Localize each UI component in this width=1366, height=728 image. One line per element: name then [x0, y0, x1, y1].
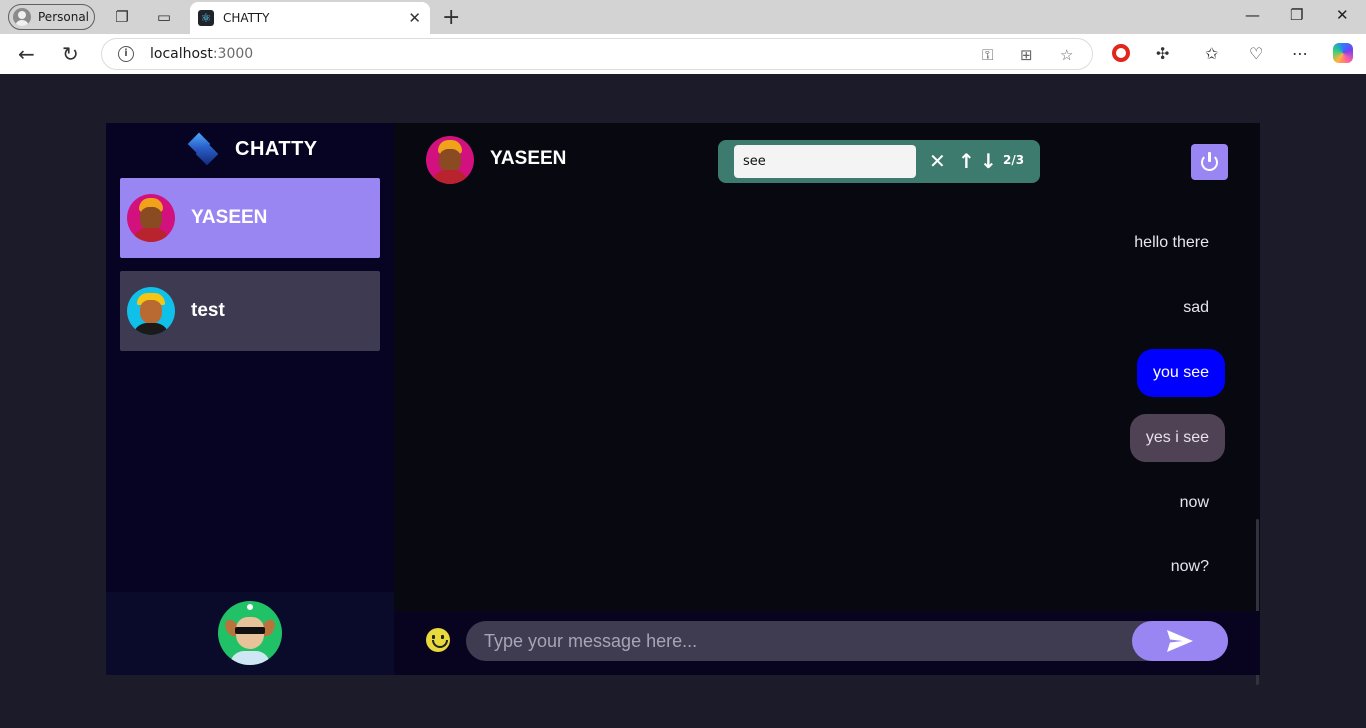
message-list: hello there sad you see yes i see now no… [394, 199, 1260, 685]
more-menu-icon[interactable]: ⋯ [1292, 44, 1308, 63]
message-bubble-current-match: you see [1136, 349, 1225, 397]
tab-title: CHATTY [223, 11, 270, 25]
profile-button[interactable]: Personal [8, 4, 95, 30]
match-counter: 2/3 [1003, 153, 1025, 167]
favorite-star-icon[interactable]: ☆ [1060, 46, 1073, 64]
contact-name: test [191, 300, 225, 321]
message-bubble: now? [1170, 558, 1209, 575]
extensions-icon[interactable]: ✣ [1156, 44, 1169, 63]
message-bubble: hello there [1134, 234, 1209, 251]
message-search-input[interactable] [734, 145, 916, 178]
contact-name: YASEEN [191, 207, 268, 228]
profile-label: Personal [38, 10, 90, 24]
chatty-logo-icon [189, 134, 219, 164]
refresh-icon[interactable]: ↻ [62, 42, 79, 66]
current-user-panel [106, 592, 394, 675]
browser-tab-bar: Personal ❐ ▭ ⚛ CHATTY ✕ + — ❐ ✕ [0, 0, 1366, 34]
minimize-icon[interactable]: — [1245, 6, 1260, 24]
chat-container: YASEEN ✕ ↑ ↓ 2/3 hello there sad you see… [394, 123, 1260, 685]
favorites-icon[interactable]: ✩ [1205, 44, 1218, 63]
react-favicon-icon: ⚛ [198, 10, 214, 26]
apps-icon[interactable]: ⊞ [1020, 46, 1033, 64]
tab-chatty[interactable]: ⚛ CHATTY ✕ [190, 2, 430, 34]
chat-user-avatar [426, 136, 474, 184]
contacts-sidebar: CHATTY YASEEN test [106, 123, 394, 675]
send-button[interactable] [1132, 621, 1228, 661]
logout-button[interactable] [1191, 144, 1228, 180]
new-tab-icon[interactable]: + [442, 5, 460, 30]
close-tab-icon[interactable]: ✕ [408, 9, 421, 27]
message-search-bar: ✕ ↑ ↓ 2/3 [718, 140, 1040, 183]
restore-icon[interactable]: ❐ [1290, 6, 1303, 24]
contact-item-yaseen[interactable]: YASEEN [120, 178, 380, 258]
close-search-icon[interactable]: ✕ [929, 148, 946, 174]
message-bubble: now [1179, 494, 1209, 511]
brand: CHATTY [189, 133, 318, 165]
close-window-icon[interactable]: ✕ [1336, 6, 1349, 24]
avatar [127, 287, 175, 335]
url-field[interactable]: i localhost:3000 ⚿ ⊞ ☆ [101, 38, 1093, 70]
current-user-avatar [218, 601, 282, 665]
message-composer [394, 611, 1260, 675]
chat-header: YASEEN ✕ ↑ ↓ 2/3 [394, 123, 1260, 199]
workspaces-icon[interactable]: ❐ [112, 7, 132, 27]
emoji-picker-icon[interactable] [426, 628, 450, 652]
profile-avatar-icon [13, 8, 31, 26]
previous-match-icon[interactable]: ↑ [958, 148, 975, 174]
site-info-icon[interactable]: i [118, 46, 134, 62]
next-match-icon[interactable]: ↓ [980, 148, 997, 174]
tab-actions-icon[interactable]: ▭ [154, 7, 174, 27]
back-icon[interactable]: ← [18, 42, 35, 66]
message-bubble: sad [1183, 299, 1209, 316]
opera-extension-icon[interactable] [1112, 44, 1130, 62]
chat-app: CHATTY YASEEN test YASEEN see ✕ ↑ ↓ 2/3 … [106, 123, 1260, 685]
message-bubble-match: yes i see [1129, 414, 1225, 462]
browser-essentials-icon[interactable]: ♡ [1249, 44, 1263, 63]
contact-item-test[interactable]: test [120, 271, 380, 351]
chat-user-name: YASEEN [490, 148, 567, 169]
avatar [127, 194, 175, 242]
message-input[interactable] [466, 621, 1228, 661]
brand-name: CHATTY [235, 137, 318, 160]
url-text: localhost:3000 [150, 46, 254, 62]
password-key-icon[interactable]: ⚿ [982, 46, 993, 64]
send-icon [1167, 630, 1193, 652]
browser-address-bar: ← ↻ i localhost:3000 ⚿ ⊞ ☆ ✣ ✩ ♡ ⋯ [0, 34, 1366, 74]
copilot-icon[interactable] [1333, 43, 1353, 63]
page-viewport: CHATTY YASEEN test YASEEN see ✕ ↑ ↓ 2/3 … [4, 74, 1362, 724]
